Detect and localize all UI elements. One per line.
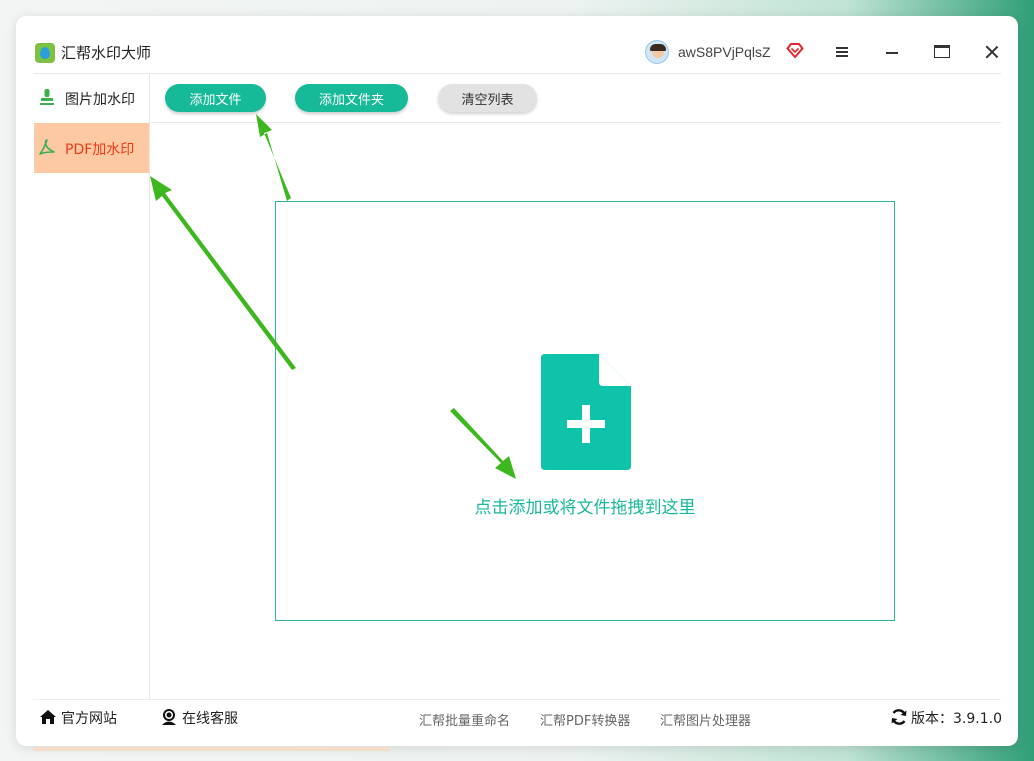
sidebar-item-image-watermark[interactable]: 图片加水印 (34, 73, 149, 123)
image-stamp-icon (40, 89, 54, 105)
close-button[interactable] (980, 40, 1004, 64)
clear-list-button[interactable]: 清空列表 (438, 84, 537, 112)
file-drop-zone[interactable]: 点击添加或将文件拖拽到这里 (275, 201, 895, 621)
sidebar-item-pdf-watermark[interactable]: PDF加水印 (34, 123, 149, 173)
app-title: 汇帮水印大师 (61, 44, 152, 62)
app-window: 汇帮水印大师 awS8PVjPqlsZ 图片加水印 PDF加水印 添加文件 添加… (16, 16, 1018, 746)
footer-link-image-processor[interactable]: 汇帮图片处理器 (660, 710, 751, 729)
home-icon[interactable] (39, 708, 57, 726)
add-folder-button[interactable]: 添加文件夹 (295, 84, 408, 112)
app-logo-icon (35, 43, 55, 63)
sidebar-item-label: 图片加水印 (65, 92, 135, 108)
toolbar-divider (151, 122, 1001, 123)
customer-service-icon[interactable] (160, 708, 178, 726)
maximize-button[interactable] (930, 40, 954, 64)
file-plus-icon (541, 354, 631, 470)
online-support-link[interactable]: 在线客服 (182, 708, 238, 728)
pdf-icon (39, 139, 55, 155)
refresh-icon[interactable] (890, 708, 908, 726)
bottom-accent-strip (34, 747, 390, 751)
minimize-button[interactable] (880, 40, 904, 64)
drop-hint-text: 点击添加或将文件拖拽到这里 (474, 498, 696, 518)
menu-button[interactable] (830, 40, 854, 64)
footer-divider (33, 699, 1001, 700)
add-file-button[interactable]: 添加文件 (165, 84, 266, 112)
official-website-link[interactable]: 官方网站 (61, 708, 117, 728)
sidebar: 图片加水印 PDF加水印 (34, 73, 150, 699)
sidebar-item-label: PDF加水印 (65, 142, 135, 158)
username[interactable]: awS8PVjPqlsZ (678, 44, 771, 60)
title-divider (33, 73, 1001, 74)
footer-link-batch-rename[interactable]: 汇帮批量重命名 (419, 710, 510, 729)
version-label: 版本：3.9.1.0 (911, 711, 1002, 727)
vip-diamond-icon[interactable] (786, 41, 804, 59)
footer-link-pdf-converter[interactable]: 汇帮PDF转换器 (540, 710, 630, 729)
title-bar: 汇帮水印大师 awS8PVjPqlsZ (16, 16, 1018, 73)
avatar[interactable] (645, 40, 669, 64)
